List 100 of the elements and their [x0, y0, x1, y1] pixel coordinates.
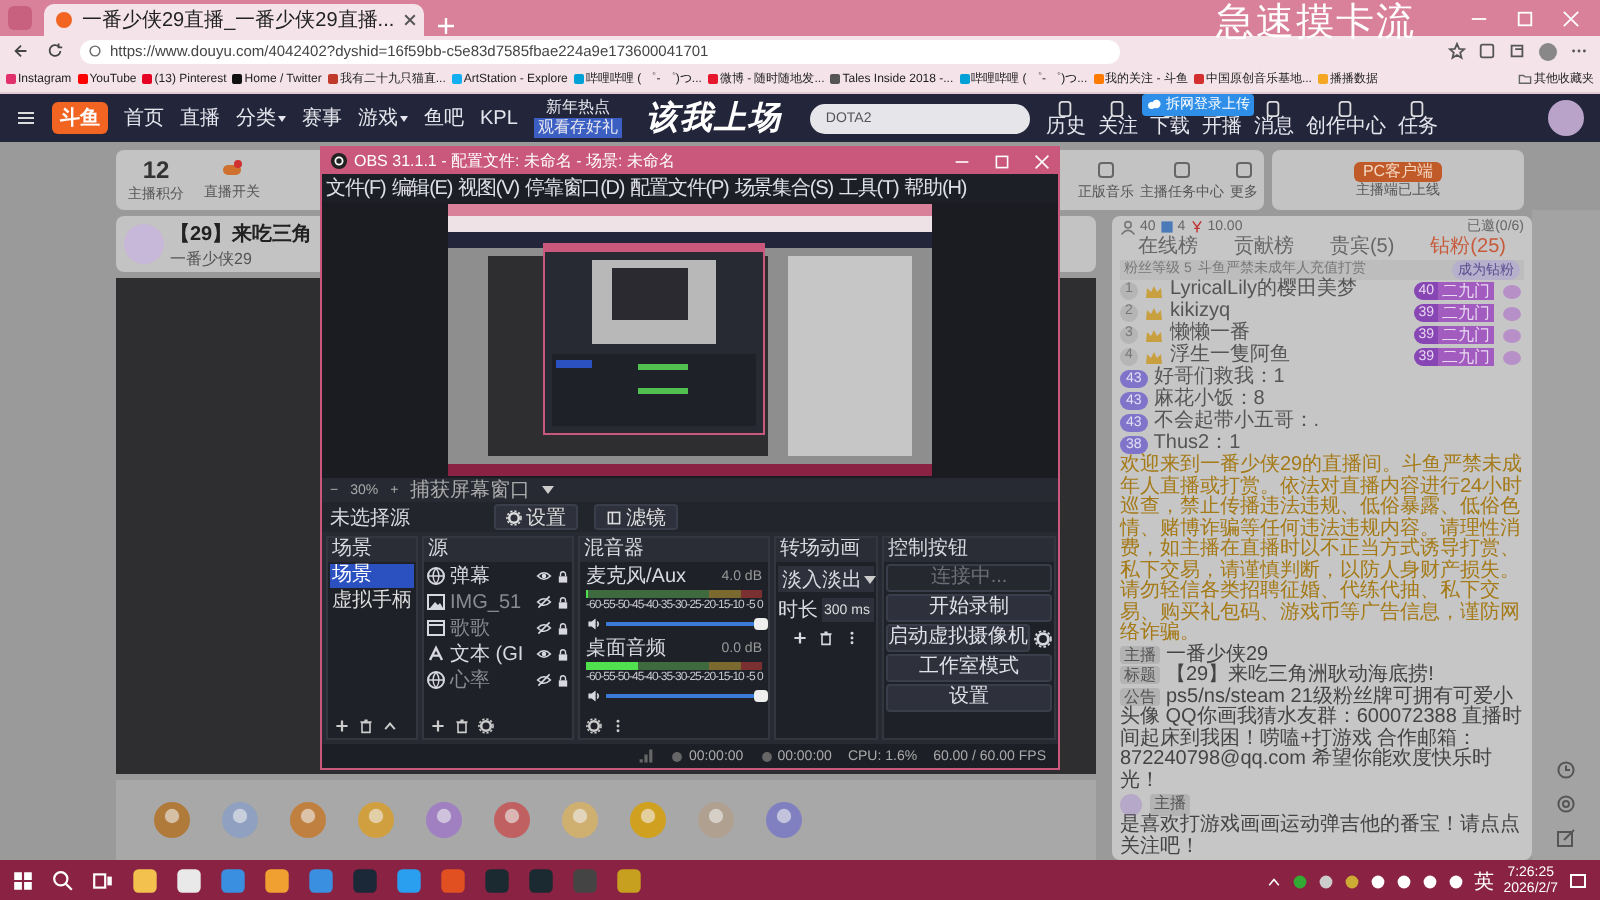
edit-icon[interactable] — [1556, 828, 1576, 848]
nav-item[interactable]: 鱼吧 — [424, 104, 464, 132]
source-item[interactable]: 心率 — [450, 666, 532, 694]
source-item[interactable]: IMG_51 — [450, 591, 532, 613]
reload-icon[interactable] — [46, 42, 64, 60]
speaker-icon[interactable] — [586, 616, 602, 632]
dock-title: 转场动画 — [776, 538, 876, 562]
source-item[interactable]: 弹幕 — [450, 562, 532, 590]
move-up-icon[interactable] — [382, 718, 398, 734]
promo-subtitle[interactable]: 观看存好礼 — [533, 118, 622, 138]
lock-icon[interactable] — [556, 673, 570, 687]
menu-item[interactable]: 视图(V) — [458, 174, 519, 202]
browser-tab[interactable]: 一番少侠29直播_一番少侠29直播... — [44, 4, 424, 36]
control-button[interactable]: 设置 — [886, 684, 1052, 712]
history-icon[interactable] — [1556, 760, 1576, 780]
taskbar-app-icon[interactable] — [132, 868, 158, 894]
eye-icon[interactable] — [536, 568, 552, 584]
cloud-icon — [1145, 96, 1162, 112]
user-avatar[interactable] — [1548, 100, 1584, 136]
eye-crossed-icon[interactable] — [536, 672, 552, 688]
menu-item[interactable]: 配置文件(P) — [630, 174, 729, 202]
nav-item[interactable]: 分类 — [236, 104, 286, 132]
nav-item[interactable]: KPL — [480, 107, 518, 129]
settings-icon[interactable] — [478, 718, 494, 734]
control-button[interactable]: 启动虚拟摄像机 — [886, 624, 1030, 652]
favorites-icon[interactable] — [1508, 41, 1526, 59]
remove-icon[interactable] — [358, 718, 374, 734]
target-icon[interactable] — [1556, 794, 1576, 814]
menu-item[interactable]: 停靠窗口(D) — [524, 174, 625, 202]
windows-start-icon[interactable] — [12, 870, 34, 892]
streamer-name[interactable]: 一番少侠29 — [170, 247, 313, 269]
taskbar-app-icon[interactable] — [176, 868, 202, 894]
back-icon[interactable] — [12, 42, 30, 60]
menu-item[interactable]: 场景集合(S) — [734, 174, 833, 202]
notification-icon[interactable] — [1568, 871, 1588, 891]
source-filters-button[interactable]: 滤镜 — [594, 504, 678, 530]
add-icon[interactable] — [430, 718, 446, 734]
search-icon[interactable] — [52, 870, 74, 892]
nav-icon-link[interactable]: 创作中心 — [1305, 99, 1386, 137]
ranker-name[interactable]: 浮生一隻阿鱼 — [1170, 346, 1409, 368]
nav-item[interactable]: 游戏 — [358, 104, 408, 132]
chat-username[interactable]: Thus2 — [1153, 434, 1210, 456]
scene-item[interactable]: 虚拟手柄 — [330, 590, 414, 614]
chat-username[interactable]: 不会起带小五哥 — [1153, 412, 1294, 434]
lock-icon[interactable] — [556, 621, 570, 635]
extensions-icon[interactable] — [1478, 41, 1496, 59]
add-icon[interactable] — [792, 630, 808, 646]
nav-item[interactable]: 首页 — [124, 104, 164, 132]
scene-item[interactable]: 场景 — [330, 564, 414, 588]
lock-icon[interactable] — [556, 595, 570, 609]
promo-title[interactable]: 新年热点 — [545, 98, 610, 118]
source-item[interactable]: 歌歌 — [450, 614, 532, 642]
menu-item[interactable]: 帮助(H) — [904, 174, 967, 202]
settings-icon[interactable] — [1034, 629, 1052, 647]
control-button[interactable]: 工作室模式 — [886, 654, 1052, 682]
maximize-icon[interactable] — [994, 153, 1010, 169]
lock-icon[interactable] — [556, 569, 570, 583]
remove-icon[interactable] — [818, 630, 834, 646]
remove-icon[interactable] — [454, 718, 470, 734]
task-view-icon[interactable] — [92, 870, 114, 892]
menu-item[interactable]: 文件(F) — [326, 174, 386, 202]
dropdown-caret-icon[interactable] — [542, 486, 555, 494]
profile-icon[interactable] — [1538, 41, 1558, 61]
eye-icon[interactable] — [536, 646, 552, 662]
maximize-icon[interactable] — [1516, 10, 1534, 28]
nav-icon-link[interactable]: 消息 — [1253, 99, 1294, 137]
new-tab-icon[interactable] — [436, 16, 456, 36]
eye-crossed-icon[interactable] — [536, 620, 552, 636]
source-item[interactable]: 文本 (GI — [450, 640, 532, 668]
menu-item[interactable]: 编辑(E) — [391, 174, 453, 202]
lock-icon[interactable] — [556, 647, 570, 661]
nav-icon-link[interactable]: 任务 — [1397, 99, 1438, 137]
add-icon[interactable] — [334, 718, 350, 734]
input-method-indicator[interactable]: 英 — [1473, 867, 1494, 895]
tray-chevron-icon[interactable] — [1265, 873, 1282, 889]
capture-mode-dropdown[interactable]: 捕获屏幕窗口 — [410, 476, 531, 504]
ranker-name[interactable]: kikizyq — [1170, 302, 1409, 324]
speaker-icon[interactable] — [586, 688, 602, 704]
nav-item[interactable]: 直播 — [180, 104, 220, 132]
fan-badge-name: 二九门 — [1438, 282, 1494, 300]
nav-item[interactable]: 赛事 — [302, 104, 342, 132]
nav-icon-link[interactable]: 历史 — [1045, 99, 1086, 137]
ranker-name[interactable]: 懒懒一番 — [1170, 324, 1409, 346]
source-settings-button[interactable]: 设置 — [494, 504, 578, 530]
chat-username[interactable]: 麻花小饭 — [1153, 390, 1234, 412]
eye-crossed-icon[interactable] — [536, 594, 552, 610]
close-icon[interactable] — [402, 12, 419, 28]
taskbar-app-icon[interactable] — [616, 868, 642, 894]
taskbar-app-icon[interactable] — [396, 868, 422, 894]
ranker-name[interactable]: LyricalLily的樱田美梦 — [1170, 280, 1409, 302]
transition-dropdown[interactable]: 淡入淡出 — [778, 566, 874, 592]
event-banner-title[interactable]: 该我上场 — [645, 97, 782, 139]
control-button[interactable]: 开始录制 — [886, 594, 1052, 622]
star-icon[interactable] — [1448, 41, 1466, 59]
taskbar-app-icon[interactable] — [264, 868, 290, 894]
menu-icon[interactable] — [16, 108, 36, 128]
settings-icon[interactable] — [586, 718, 602, 734]
menu-item[interactable]: 工具(T) — [838, 174, 899, 202]
nav-icon-link[interactable]: 关注 — [1097, 99, 1138, 137]
chat-username[interactable]: 好哥们救我 — [1153, 368, 1254, 390]
